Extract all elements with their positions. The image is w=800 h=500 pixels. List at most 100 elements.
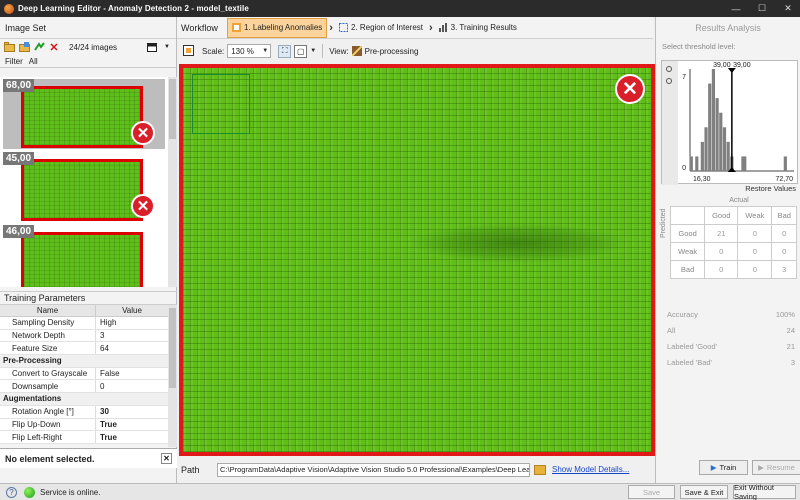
parameter-section[interactable]: Augmentations <box>0 393 168 406</box>
stat-value: 100% <box>775 309 795 319</box>
save-exit-button[interactable]: Save & Exit <box>680 485 728 499</box>
image-set-title: Image Set <box>0 17 176 39</box>
parameter-value[interactable]: 64 <box>96 342 168 354</box>
parameter-value[interactable]: False <box>96 368 168 380</box>
parameter-row[interactable]: Rotation Angle [°] 30 <box>0 405 168 419</box>
parameter-row[interactable]: Downsample 0 <box>0 380 168 394</box>
refresh-icon[interactable] <box>33 41 45 53</box>
roi-rectangle[interactable] <box>192 74 250 134</box>
histogram-bar <box>722 127 727 171</box>
restore-values-button[interactable]: Restore Values <box>745 184 796 193</box>
minimize-button[interactable]: — <box>724 0 748 17</box>
train-button[interactable]: ▶ Train <box>699 460 748 475</box>
stat-row: All 24 <box>667 322 795 338</box>
scale-value: 130 % <box>231 46 254 56</box>
stat-row: Labeled 'Bad' 3 <box>667 354 795 370</box>
matrix-row-label: Bad <box>669 260 706 279</box>
histogram-bar <box>726 141 730 171</box>
parameter-row[interactable]: Flip Left-Right True <box>0 431 168 444</box>
matrix-header: Good <box>704 206 739 225</box>
window-title: Deep Learning Editor - Anomaly Detection… <box>18 4 249 13</box>
save-button[interactable]: Save <box>628 485 675 499</box>
step-region-of-interest[interactable]: 2. Region of Interest <box>335 18 427 38</box>
thumbnail-image <box>21 86 143 148</box>
select-tool-icon[interactable]: ▢ <box>294 44 308 58</box>
training-parameters-title: Training Parameters <box>0 291 177 305</box>
histogram-bar <box>689 156 693 171</box>
resume-label: Resume <box>766 463 795 472</box>
exit-without-saving-button[interactable]: Exit Without Saving <box>733 483 796 500</box>
image-view[interactable]: ✕ <box>179 64 655 456</box>
parameter-value[interactable]: True <box>96 431 168 443</box>
thumbnail-list[interactable]: 68,00 ✕ 45,00 ✕ 46,00 <box>0 77 168 287</box>
thumbnail-item[interactable]: 46,00 <box>3 225 165 287</box>
parameter-value[interactable]: 30 <box>96 406 168 418</box>
zoom-fit-icon[interactable]: ⛶ <box>278 44 292 58</box>
parameter-value[interactable]: 3 <box>96 330 168 342</box>
dropdown-arrow-icon: ▼ <box>262 48 269 54</box>
labeling-step-icon <box>232 23 241 32</box>
maximize-button[interactable]: ☐ <box>750 0 774 17</box>
parameter-row[interactable]: Network Depth 3 <box>0 329 168 343</box>
stat-row: Accuracy 100% <box>667 306 795 322</box>
close-window-button[interactable]: ✕ <box>776 0 800 17</box>
help-icon[interactable]: ? <box>6 486 17 498</box>
train-buttons: ▶ Train ▶ Resume <box>699 460 800 475</box>
stat-label: Accuracy <box>667 309 698 319</box>
delete-icon[interactable]: ✕ <box>48 41 60 54</box>
anomaly-score: 46,00 <box>3 225 35 238</box>
matrix-cell: 0 <box>771 242 797 261</box>
roi-step-icon <box>338 23 348 32</box>
thumbnail-scrollbar[interactable] <box>168 77 177 287</box>
parameter-row[interactable]: Convert to Grayscale False <box>0 367 168 381</box>
service-status-icon <box>24 486 35 498</box>
y-min-label: 0 <box>682 165 686 172</box>
view-mode-icon[interactable] <box>146 41 158 53</box>
tool-dropdown-icon[interactable]: ▼ <box>310 48 316 54</box>
dropdown-arrow-icon[interactable]: ▼ <box>161 41 173 53</box>
threshold-histogram[interactable]: 39,00 39,00 16,30 72,70 7 0 <box>661 60 798 185</box>
parameter-row[interactable]: Sampling Density High <box>0 317 168 330</box>
scale-select[interactable]: 130 % ▼ <box>227 44 272 58</box>
bad-label-icon[interactable]: ✕ <box>131 194 155 218</box>
histogram-bar <box>783 156 787 171</box>
parameters-scrollbar[interactable] <box>168 306 177 447</box>
step-training-results[interactable]: 3. Training Results <box>435 18 521 38</box>
thumbnail-item[interactable]: 45,00 ✕ <box>3 152 165 222</box>
preprocessing-icon[interactable] <box>351 46 362 56</box>
matrix-cell: 0 <box>704 242 739 261</box>
col-name: Name <box>0 305 96 316</box>
preprocessing-label[interactable]: Pre-processing <box>365 47 419 56</box>
thumbnail-image <box>21 159 143 221</box>
left-panel: Image Set ✕ 24/24 images ▼ Filter All 68… <box>0 17 177 483</box>
bad-label-icon[interactable]: ✕ <box>131 121 155 145</box>
parameter-value[interactable]: True <box>96 419 168 431</box>
browse-folder-icon[interactable] <box>534 464 546 475</box>
resume-button[interactable]: ▶ Resume <box>752 460 800 475</box>
show-model-details-link[interactable]: Show Model Details... <box>552 465 629 474</box>
parameter-row[interactable]: Flip Up-Down True <box>0 418 168 432</box>
path-field[interactable]: C:\ProgramData\Adaptive Vision\Adaptive … <box>217 462 530 477</box>
add-images-icon[interactable] <box>18 41 30 53</box>
thumbnail-item[interactable]: 68,00 ✕ <box>3 79 165 149</box>
training-parameters: Training Parameters Name Value Sampling … <box>0 291 177 444</box>
image-set-toolbar: ✕ 24/24 images ▼ <box>0 39 176 55</box>
histogram-chart: 39,00 39,00 16,30 72,70 7 0 <box>662 61 794 185</box>
chevron-right-icon: › <box>429 21 433 34</box>
fit-view-icon[interactable] <box>183 45 195 57</box>
no-selection-text: No element selected. <box>5 453 95 464</box>
parameter-row[interactable]: Feature Size 64 <box>0 342 168 356</box>
matrix-cell: 3 <box>771 260 797 279</box>
train-icon: ▶ <box>710 463 717 472</box>
step-label: 2. Region of Interest <box>350 23 423 32</box>
parameter-value[interactable]: High <box>96 317 168 329</box>
parameter-section[interactable]: Pre-Processing <box>0 355 168 368</box>
close-info-icon[interactable]: ✕ <box>161 453 172 464</box>
matrix-cell: 0 <box>704 260 739 279</box>
histogram-bar <box>700 141 704 171</box>
bad-label-icon[interactable]: ✕ <box>615 74 645 104</box>
filter-select[interactable]: All <box>29 57 38 66</box>
parameter-value[interactable]: 0 <box>96 380 168 392</box>
open-folder-icon[interactable] <box>3 41 15 53</box>
step-labeling-anomalies[interactable]: 1. Labeling Anomalies <box>227 17 328 38</box>
